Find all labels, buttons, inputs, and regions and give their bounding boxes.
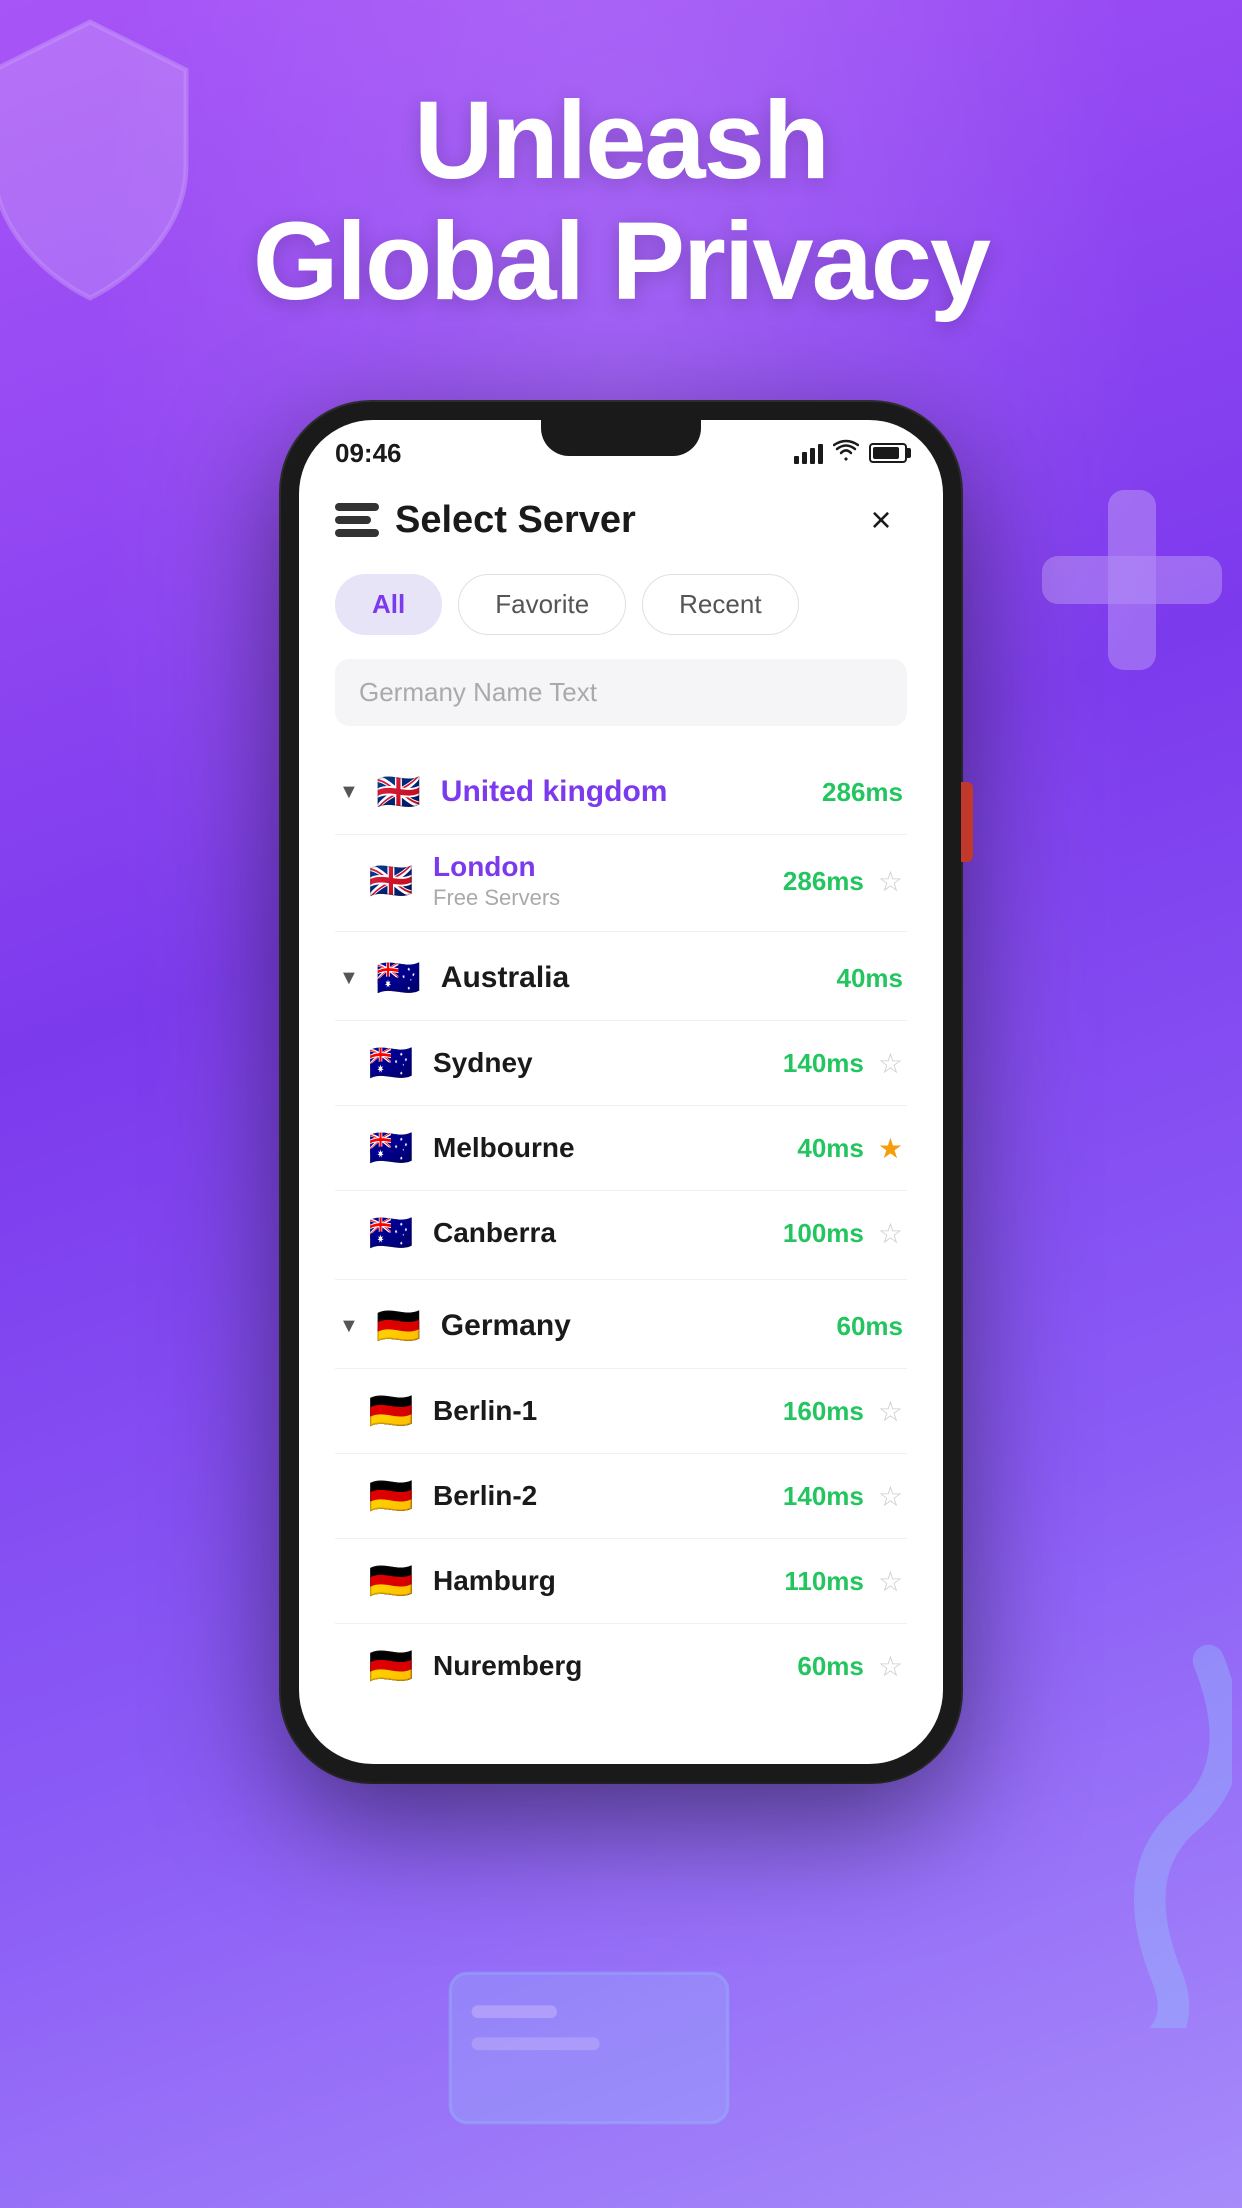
city-row-berlin2[interactable]: 🇩🇪 Berlin-2 140ms ☆ xyxy=(335,1453,907,1538)
chevron-au: ▼ xyxy=(339,967,359,990)
latency-nuremberg: 60ms xyxy=(797,1651,864,1682)
flag-uk: 🇬🇧 xyxy=(373,766,425,818)
country-name-de: Germany xyxy=(441,1309,837,1343)
latency-uk: 286ms xyxy=(822,777,903,808)
flag-sydney: 🇦🇺 xyxy=(365,1037,417,1089)
header-title: Select Server xyxy=(395,499,636,542)
city-row-canberra[interactable]: 🇦🇺 Canberra 100ms ☆ xyxy=(335,1190,907,1275)
box-decoration-bottom xyxy=(429,1948,749,2148)
close-button[interactable]: × xyxy=(855,494,907,546)
flag-melbourne: 🇦🇺 xyxy=(365,1122,417,1174)
country-name-au: Australia xyxy=(441,961,837,995)
phone-device: 09:46 xyxy=(281,402,961,1782)
notch xyxy=(541,420,701,456)
latency-berlin2: 140ms xyxy=(783,1481,864,1512)
star-sydney[interactable]: ☆ xyxy=(878,1047,903,1080)
server-icon xyxy=(335,503,379,537)
tab-favorite[interactable]: Favorite xyxy=(458,574,626,635)
tab-all[interactable]: All xyxy=(335,574,442,635)
city-name-hamburg: Hamburg xyxy=(433,1565,784,1597)
flag-berlin1: 🇩🇪 xyxy=(365,1385,417,1437)
star-berlin2[interactable]: ☆ xyxy=(878,1480,903,1513)
chevron-de: ▼ xyxy=(339,1315,359,1338)
headline: Unleash Global Privacy xyxy=(193,80,1049,322)
city-row-berlin1[interactable]: 🇩🇪 Berlin-1 160ms ☆ xyxy=(335,1368,907,1453)
server-line-1 xyxy=(335,503,379,511)
latency-au: 40ms xyxy=(837,963,904,994)
star-berlin1[interactable]: ☆ xyxy=(878,1395,903,1428)
header-left: Select Server xyxy=(335,499,636,542)
server-list: ▼ 🇬🇧 United kingdom 286ms 🇬🇧 London Free… xyxy=(335,750,907,1708)
server-line-3 xyxy=(335,529,379,537)
latency-london: 286ms xyxy=(783,866,864,897)
city-row-nuremberg[interactable]: 🇩🇪 Nuremberg 60ms ☆ xyxy=(335,1623,907,1708)
battery-icon xyxy=(869,443,907,463)
city-name-nuremberg: Nuremberg xyxy=(433,1650,797,1682)
flag-nuremberg: 🇩🇪 xyxy=(365,1640,417,1692)
star-nuremberg[interactable]: ☆ xyxy=(878,1650,903,1683)
country-name-uk: United kingdom xyxy=(441,775,822,809)
status-time: 09:46 xyxy=(335,438,402,469)
app-content: Select Server × All Favorite Recent Germ… xyxy=(299,474,943,1764)
tabs-container: All Favorite Recent xyxy=(335,574,907,635)
cross-decoration-right xyxy=(1032,480,1232,680)
phone-screen: 09:46 xyxy=(299,420,943,1764)
side-button xyxy=(961,782,973,862)
flag-london: 🇬🇧 xyxy=(365,855,417,907)
city-row-melbourne[interactable]: 🇦🇺 Melbourne 40ms ★ xyxy=(335,1105,907,1190)
flag-canberra: 🇦🇺 xyxy=(365,1207,417,1259)
city-row-london[interactable]: 🇬🇧 London Free Servers 286ms ☆ xyxy=(335,834,907,927)
city-name-berlin1: Berlin-1 xyxy=(433,1395,783,1427)
flag-hamburg: 🇩🇪 xyxy=(365,1555,417,1607)
latency-hamburg: 110ms xyxy=(784,1566,864,1597)
city-row-hamburg[interactable]: 🇩🇪 Hamburg 110ms ☆ xyxy=(335,1538,907,1623)
city-name-berlin2: Berlin-2 xyxy=(433,1480,783,1512)
latency-canberra: 100ms xyxy=(783,1218,864,1249)
city-name-sydney: Sydney xyxy=(433,1047,783,1079)
tab-recent[interactable]: Recent xyxy=(642,574,798,635)
status-icons xyxy=(794,439,907,467)
search-input[interactable]: Germany Name Text xyxy=(335,659,907,726)
wifi-icon xyxy=(833,439,859,467)
country-row-au[interactable]: ▼ 🇦🇺 Australia 40ms xyxy=(335,936,907,1020)
signal-bar-2 xyxy=(802,452,807,464)
star-hamburg[interactable]: ☆ xyxy=(878,1565,903,1598)
chevron-uk: ▼ xyxy=(339,781,359,804)
phone-outer-frame: 09:46 xyxy=(281,402,961,1782)
latency-de: 60ms xyxy=(837,1311,904,1342)
country-row-de[interactable]: ▼ 🇩🇪 Germany 60ms xyxy=(335,1284,907,1368)
signal-icon xyxy=(794,442,823,464)
latency-berlin1: 160ms xyxy=(783,1396,864,1427)
flag-de: 🇩🇪 xyxy=(373,1300,425,1352)
divider-1 xyxy=(335,931,907,932)
star-melbourne[interactable]: ★ xyxy=(878,1132,903,1165)
shield-decoration-left xyxy=(0,10,210,310)
city-name-melbourne: Melbourne xyxy=(433,1132,797,1164)
latency-melbourne: 40ms xyxy=(797,1133,864,1164)
app-header: Select Server × xyxy=(335,494,907,546)
latency-sydney: 140ms xyxy=(783,1048,864,1079)
city-row-sydney[interactable]: 🇦🇺 Sydney 140ms ☆ xyxy=(335,1020,907,1105)
city-name-london: London Free Servers xyxy=(433,851,783,911)
divider-2 xyxy=(335,1279,907,1280)
server-line-2 xyxy=(335,516,371,524)
city-name-canberra: Canberra xyxy=(433,1217,783,1249)
signal-bar-3 xyxy=(810,448,815,464)
flag-berlin2: 🇩🇪 xyxy=(365,1470,417,1522)
flag-au: 🇦🇺 xyxy=(373,952,425,1004)
battery-fill xyxy=(873,447,899,459)
signal-bar-4 xyxy=(818,444,823,464)
country-row-uk[interactable]: ▼ 🇬🇧 United kingdom 286ms xyxy=(335,750,907,834)
star-canberra[interactable]: ☆ xyxy=(878,1217,903,1250)
star-london[interactable]: ☆ xyxy=(878,865,903,898)
signal-bar-1 xyxy=(794,456,799,464)
